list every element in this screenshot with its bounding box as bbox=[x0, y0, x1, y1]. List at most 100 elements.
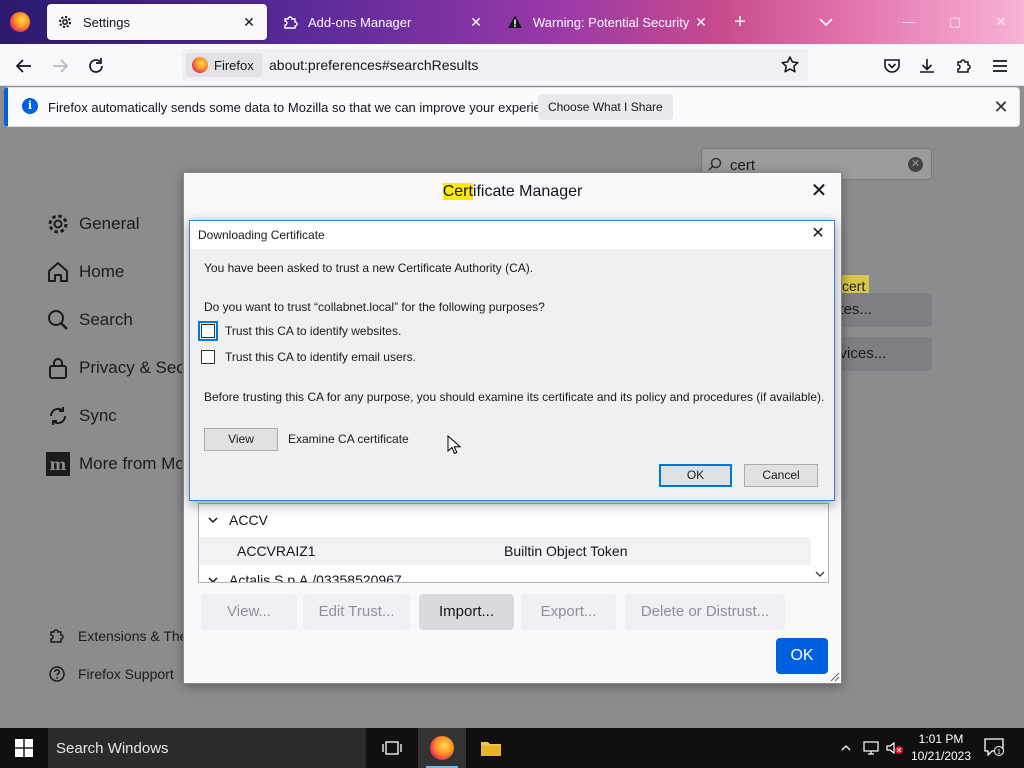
close-icon[interactable]: ✕ bbox=[809, 181, 829, 201]
extensions-themes-link[interactable]: Extensions & Themes bbox=[48, 627, 184, 645]
close-icon[interactable]: ✕ bbox=[810, 226, 826, 242]
resize-grip-icon[interactable] bbox=[828, 670, 840, 682]
bookmark-star-icon[interactable] bbox=[780, 55, 800, 75]
view-ca-button[interactable]: View bbox=[204, 428, 278, 451]
scroll-down-arrow-icon[interactable] bbox=[814, 568, 826, 580]
chevron-up-icon[interactable] bbox=[838, 728, 854, 768]
tree-group-row[interactable]: Actalis S.p.A./03358520967 bbox=[199, 566, 811, 583]
system-clock[interactable]: 1:01 PM 10/21/2023 bbox=[905, 731, 977, 765]
view-certificates-button[interactable]: View Certificates... bbox=[828, 293, 932, 327]
ok-button[interactable]: OK bbox=[776, 638, 828, 674]
hamburger-menu-icon[interactable] bbox=[986, 52, 1014, 80]
tab-settings[interactable]: Settings ✕ bbox=[47, 4, 267, 40]
windows-start-icon[interactable] bbox=[0, 728, 48, 768]
restore-icon[interactable]: ▢ bbox=[945, 12, 965, 32]
notification-count: 1 bbox=[997, 749, 1001, 756]
tree-cert-row[interactable]: ACCVRAIZ1 Builtin Object Token bbox=[199, 537, 811, 565]
category-label: Privacy & Security bbox=[79, 358, 182, 377]
network-icon[interactable] bbox=[861, 728, 881, 768]
clear-search-icon[interactable]: ✕ bbox=[908, 157, 923, 172]
import-button[interactable]: Import... bbox=[419, 594, 514, 630]
view-button[interactable]: View... bbox=[201, 594, 297, 630]
gear-icon bbox=[46, 212, 70, 236]
chevron-down-icon[interactable] bbox=[207, 514, 221, 526]
extensions-puzzle-icon[interactable] bbox=[950, 52, 978, 80]
title-rest: ificate Manager bbox=[472, 183, 583, 200]
mozilla-icon: m bbox=[46, 452, 70, 476]
checkbox-box[interactable] bbox=[198, 321, 218, 341]
firefox-icon bbox=[430, 736, 454, 760]
category-sync[interactable]: Sync bbox=[46, 402, 117, 430]
forward-arrow-icon[interactable] bbox=[46, 52, 74, 80]
clock-date: 10/21/2023 bbox=[910, 749, 972, 763]
reload-icon[interactable] bbox=[82, 52, 110, 80]
tab-title: Settings bbox=[83, 14, 130, 30]
action-center-icon[interactable]: 1 bbox=[984, 738, 1004, 757]
taskbar-search-box[interactable]: Search Windows bbox=[48, 728, 366, 768]
cert-device: Builtin Object Token bbox=[504, 543, 628, 559]
firefox-taskbar-icon[interactable] bbox=[418, 728, 466, 768]
identity-box[interactable]: Firefox bbox=[186, 53, 262, 77]
chevron-down-icon[interactable] bbox=[207, 574, 221, 582]
advice-text: Before trusting this CA for any purpose,… bbox=[204, 390, 825, 404]
firefox-logo-icon[interactable] bbox=[10, 12, 30, 32]
dialog-title: Certificate Manager bbox=[184, 183, 841, 201]
category-label: Home bbox=[79, 262, 125, 281]
intro-text: You have been asked to trust a new Certi… bbox=[204, 261, 534, 275]
delete-distrust-button[interactable]: Delete or Distrust... bbox=[625, 594, 785, 630]
chevron-down-icon[interactable] bbox=[816, 12, 836, 32]
lock-icon bbox=[46, 356, 70, 380]
sync-icon bbox=[46, 404, 70, 428]
category-general[interactable]: General bbox=[46, 210, 139, 238]
view-caption: Examine CA certificate bbox=[288, 432, 409, 446]
file-explorer-icon[interactable] bbox=[467, 728, 515, 768]
trust-websites-checkbox[interactable]: Trust this CA to identify websites. bbox=[198, 321, 402, 341]
firefox-support-link[interactable]: Firefox Support bbox=[48, 665, 174, 683]
close-tab-icon[interactable]: ✕ bbox=[241, 14, 257, 30]
group-label: ACCV bbox=[229, 512, 268, 528]
minimize-icon[interactable]: — bbox=[899, 12, 919, 32]
category-more-from-mozilla[interactable]: m More from Mozilla bbox=[46, 450, 182, 478]
navigation-toolbar: Firefox about:preferences#searchResults bbox=[0, 44, 1024, 86]
back-arrow-icon[interactable] bbox=[10, 52, 38, 80]
tab-strip: Settings ✕ Add-ons Manager ✕ Warning: Po… bbox=[0, 0, 1024, 44]
tab-security-warning[interactable]: Warning: Potential Security Risk ✕ bbox=[497, 4, 719, 40]
close-window-icon[interactable]: ✕ bbox=[991, 12, 1011, 32]
tab-title: Warning: Potential Security Risk bbox=[533, 14, 693, 30]
checkbox-label: Trust this CA to identify websites. bbox=[225, 324, 402, 338]
security-devices-button[interactable]: Security Devices... bbox=[828, 337, 932, 371]
data-collection-notification: i Firefox automatically sends some data … bbox=[4, 87, 1020, 127]
dialog-titlebar: Downloading Certificate ✕ bbox=[190, 221, 834, 249]
tab-title: Add-ons Manager bbox=[308, 14, 412, 30]
close-tab-icon[interactable]: ✕ bbox=[468, 14, 484, 30]
close-tab-icon[interactable]: ✕ bbox=[693, 14, 709, 30]
trust-email-checkbox[interactable]: Trust this CA to identify email users. bbox=[201, 350, 416, 364]
group-label: Actalis S.p.A./03358520967 bbox=[229, 572, 402, 583]
tab-addons-manager[interactable]: Add-ons Manager ✕ bbox=[272, 4, 494, 40]
new-tab-plus-icon[interactable]: + bbox=[730, 12, 750, 32]
notification-text: Firefox automatically sends some data to… bbox=[48, 100, 566, 115]
windows-taskbar: Search Windows 1:01 PM 10/21/2023 1 bbox=[0, 728, 1024, 768]
checkbox-label: Trust this CA to identify email users. bbox=[225, 350, 416, 364]
task-view-icon[interactable] bbox=[368, 728, 416, 768]
ok-button[interactable]: OK bbox=[659, 464, 732, 487]
category-home[interactable]: Home bbox=[46, 258, 124, 286]
category-search[interactable]: Search bbox=[46, 306, 133, 334]
category-privacy-security[interactable]: Privacy & Security bbox=[46, 354, 182, 382]
certificate-tree[interactable]: ACCV ACCVRAIZ1 Builtin Object Token Acta… bbox=[198, 503, 829, 583]
checkbox-box[interactable] bbox=[201, 350, 215, 364]
close-icon[interactable]: ✕ bbox=[991, 97, 1011, 117]
downloads-icon[interactable] bbox=[913, 52, 941, 80]
category-label: General bbox=[79, 214, 140, 233]
tree-group-row[interactable]: ACCV bbox=[199, 506, 811, 534]
choose-what-i-share-button[interactable]: Choose What I Share bbox=[538, 94, 673, 120]
export-button[interactable]: Export... bbox=[521, 594, 616, 630]
svg-text:m: m bbox=[50, 455, 67, 474]
edit-trust-button[interactable]: Edit Trust... bbox=[303, 594, 410, 630]
pocket-icon[interactable] bbox=[878, 52, 906, 80]
volume-muted-icon[interactable] bbox=[885, 728, 905, 768]
search-icon bbox=[708, 157, 722, 171]
url-text[interactable]: about:preferences#searchResults bbox=[269, 57, 478, 73]
cancel-button[interactable]: Cancel bbox=[744, 464, 818, 487]
url-bar[interactable]: Firefox about:preferences#searchResults bbox=[182, 49, 808, 81]
